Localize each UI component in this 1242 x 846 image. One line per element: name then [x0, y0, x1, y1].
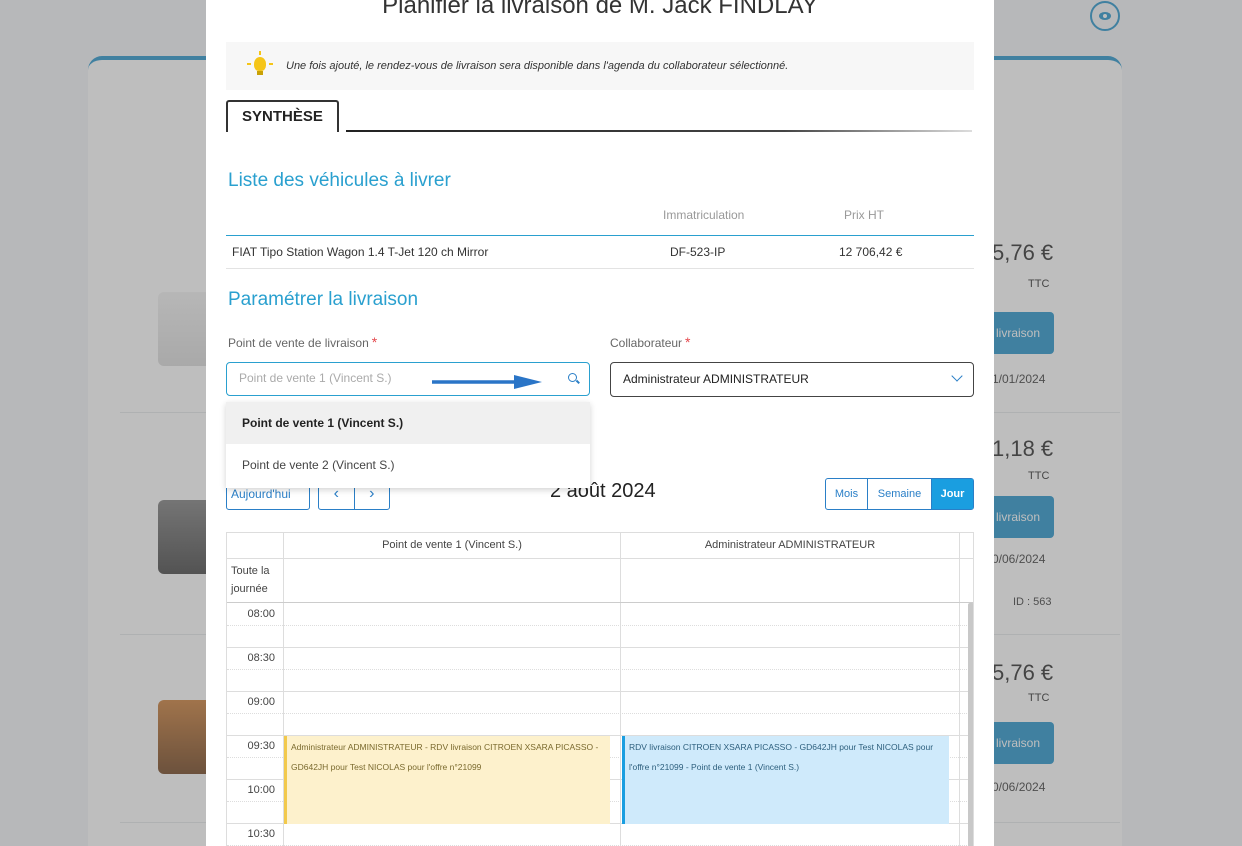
- dropdown-option[interactable]: Point de vente 1 (Vincent S.): [226, 402, 590, 444]
- vehicle-name: FIAT Tipo Station Wagon 1.4 T-Jet 120 ch…: [232, 245, 489, 259]
- arrow-annotation-icon: [432, 375, 542, 389]
- collaborator-value: Administrateur ADMINISTRATEUR: [623, 372, 809, 386]
- time-label: 08:00: [247, 608, 275, 620]
- column-header: Point de vente 1 (Vincent S.): [382, 539, 522, 551]
- view-week-button[interactable]: Semaine: [868, 479, 932, 509]
- all-day-label: Toute la journée: [231, 565, 270, 595]
- time-label: 08:30: [247, 652, 275, 664]
- view-day-button[interactable]: Jour: [932, 479, 973, 509]
- collaborator-select[interactable]: Administrateur ADMINISTRATEUR: [610, 362, 974, 397]
- dropdown-option[interactable]: Point de vente 2 (Vincent S.): [226, 444, 590, 486]
- time-label: 10:00: [247, 784, 275, 796]
- settings-title: Paramétrer la livraison: [228, 289, 419, 310]
- tab-underline: [346, 130, 972, 132]
- time-label: 09:30: [247, 740, 275, 752]
- vehicle-plate: DF-523-IP: [670, 245, 726, 259]
- point-of-sale-placeholder: Point de vente 1 (Vincent S.): [239, 371, 392, 385]
- point-of-sale-label: Point de vente de livraison *: [228, 334, 378, 350]
- required-mark: *: [685, 334, 691, 350]
- tab-bar: SYNTHÈSE: [226, 100, 974, 134]
- collaborator-label: Collaborateur *: [610, 334, 691, 350]
- all-day-row[interactable]: Toute la journée: [227, 559, 973, 603]
- table-row: FIAT Tipo Station Wagon 1.4 T-Jet 120 ch…: [226, 236, 974, 269]
- day-calendar: Point de vente 1 (Vincent S.) Administra…: [226, 532, 974, 846]
- calendar-event[interactable]: RDV livraison CITROEN XSARA PICASSO - GD…: [622, 736, 949, 824]
- time-label: 09:00: [247, 696, 275, 708]
- lightbulb-icon: [247, 51, 273, 78]
- vehicle-price: 12 706,42 €: [839, 245, 903, 259]
- view-switcher: Mois Semaine Jour: [825, 478, 974, 510]
- time-label: 10:30: [247, 828, 275, 840]
- view-month-button[interactable]: Mois: [826, 479, 868, 509]
- chevron-down-icon[interactable]: [951, 370, 963, 382]
- required-mark: *: [371, 334, 378, 350]
- point-of-sale-dropdown: Point de vente 1 (Vincent S.) Point de v…: [226, 402, 590, 488]
- tab-synthese[interactable]: SYNTHÈSE: [226, 100, 339, 132]
- info-text: Une fois ajouté, le rendez-vous de livra…: [286, 60, 789, 72]
- column-header: Administrateur ADMINISTRATEUR: [704, 539, 876, 551]
- modal-title: Planifier la livraison de M. Jack FINDLA…: [382, 0, 818, 19]
- info-box: Une fois ajouté, le rendez-vous de livra…: [226, 42, 974, 90]
- vehicles-title: Liste des véhicules à livrer: [228, 170, 451, 191]
- vehicles-table-header: Immatriculation Prix HT: [226, 200, 974, 236]
- calendar-event[interactable]: Administrateur ADMINISTRATEUR - RDV livr…: [284, 736, 610, 824]
- search-icon[interactable]: [568, 373, 577, 382]
- calendar-header: Point de vente 1 (Vincent S.) Administra…: [227, 533, 973, 559]
- delivery-modal: Planifier la livraison de M. Jack FINDLA…: [206, 0, 994, 846]
- column-price: Prix HT: [844, 208, 884, 222]
- scrollbar[interactable]: [968, 603, 973, 846]
- column-plate: Immatriculation: [663, 208, 745, 222]
